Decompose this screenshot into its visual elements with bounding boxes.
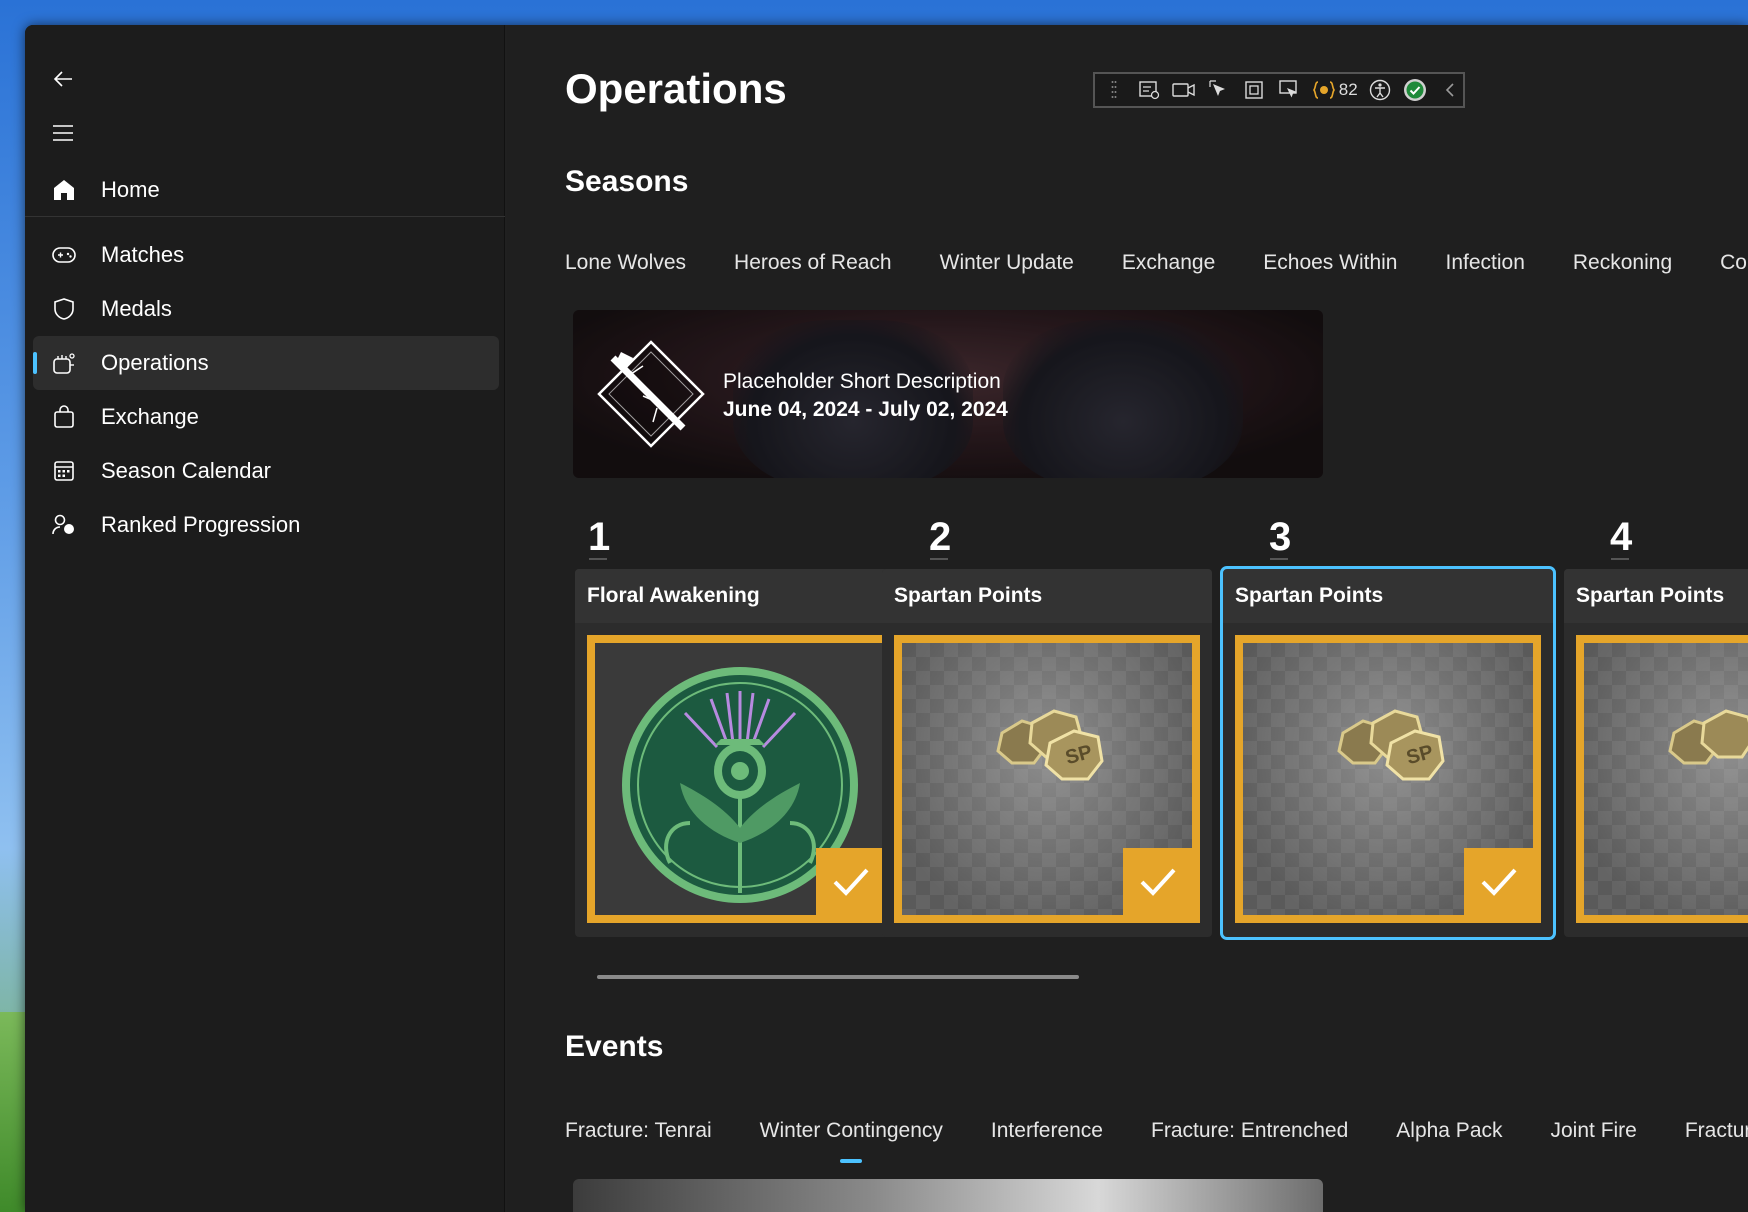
sidebar-divider xyxy=(25,216,505,217)
sidebar-item-label: Season Calendar xyxy=(101,458,272,483)
tab-event[interactable]: Fracture: Entrenched xyxy=(1151,1111,1348,1151)
shield-icon xyxy=(49,294,79,324)
sidebar-item-exchange[interactable]: Exchange xyxy=(33,390,499,444)
tab-event[interactable]: Alpha Pack xyxy=(1396,1111,1502,1151)
tab-event[interactable]: Interference xyxy=(991,1111,1103,1151)
claimed-checkmark xyxy=(1123,848,1192,915)
tab-season[interactable]: Infection xyxy=(1446,243,1525,283)
events-heading: Events xyxy=(565,1030,664,1063)
checkmark-icon xyxy=(833,868,869,896)
events-tab-bar: Fracture: Tenrai Winter Contingency Inte… xyxy=(565,1111,1748,1163)
reward-image xyxy=(1576,635,1748,923)
tab-season[interactable]: Heroes of Reach xyxy=(734,243,892,283)
tab-event[interactable]: Fracture: Fi xyxy=(1685,1111,1748,1151)
reward-rank-number: 2 xyxy=(929,515,952,559)
sidebar-item-label: Medals xyxy=(101,296,172,321)
home-icon xyxy=(49,175,79,205)
arrow-left-icon xyxy=(53,71,72,87)
sidebar-item-ranked-progression[interactable]: Ranked Progression xyxy=(33,498,499,552)
seasons-tab-bar: Lone Wolves Heroes of Reach Winter Updat… xyxy=(565,243,1748,283)
sidebar-item-label: Home xyxy=(101,177,160,202)
live-visual-tree-icon[interactable] xyxy=(1136,78,1161,102)
spartan-points-coins-icon xyxy=(1668,709,1748,765)
active-indicator xyxy=(33,352,37,374)
sidebar-item-label: Matches xyxy=(101,242,185,267)
operations-icon xyxy=(49,348,79,378)
main-content: Operations 82 Seasons Lone Wolves Heroes… xyxy=(507,25,1748,1212)
sidebar-item-season-calendar[interactable]: Season Calendar xyxy=(33,444,499,498)
ranked-progression-icon xyxy=(49,510,79,540)
reward-title: Spartan Points xyxy=(1223,569,1553,623)
hamburger-menu-icon xyxy=(53,125,73,141)
season-logo-icon xyxy=(597,340,705,448)
back-button[interactable] xyxy=(39,55,87,103)
tab-season[interactable]: Echoes Within xyxy=(1263,243,1397,283)
sidebar-item-operations[interactable]: Operations xyxy=(33,336,499,390)
tab-label: Winter Contingency xyxy=(759,1119,943,1142)
shopping-bag-icon xyxy=(49,402,79,432)
active-tab-indicator xyxy=(840,1159,863,1163)
checkmark-icon xyxy=(1140,868,1176,896)
seasons-heading: Seasons xyxy=(565,165,689,198)
rank-divider xyxy=(1270,558,1288,560)
reward-image: SP xyxy=(1235,635,1541,923)
calendar-icon xyxy=(49,456,79,486)
reward-card[interactable]: Floral Awakening xyxy=(575,569,905,937)
rank-divider xyxy=(589,558,607,560)
reward-title: Floral Awakening xyxy=(575,569,905,623)
reward-title: Spartan Points xyxy=(1564,569,1748,623)
track-focus-icon[interactable] xyxy=(1277,78,1302,102)
accessibility-checker-icon[interactable] xyxy=(1368,78,1393,102)
binding-failures-icon[interactable] xyxy=(1312,78,1337,102)
tab-event[interactable]: Fracture: Tenrai xyxy=(565,1111,712,1151)
drag-handle-icon[interactable] xyxy=(1101,78,1126,102)
reward-rank-number: 1 xyxy=(588,515,611,559)
rank-divider xyxy=(930,558,948,560)
collapse-toolbar-icon[interactable] xyxy=(1438,78,1463,102)
reward-image xyxy=(587,635,893,923)
app-window: Home Matches Medals Operations Exchange … xyxy=(25,25,1748,1212)
event-banner xyxy=(573,1179,1323,1212)
rank-divider xyxy=(1611,558,1629,560)
tab-season[interactable]: Lone Wolves xyxy=(565,243,686,283)
xaml-debug-toolbar: 82 xyxy=(1093,72,1465,108)
tab-event[interactable]: Joint Fire xyxy=(1551,1111,1637,1151)
sidebar-item-matches[interactable]: Matches xyxy=(33,228,499,282)
season-description: Placeholder Short Description xyxy=(723,370,1001,393)
video-camera-icon[interactable] xyxy=(1171,78,1196,102)
sidebar-item-label: Ranked Progression xyxy=(101,512,301,537)
tab-season[interactable]: Reckoning xyxy=(1573,243,1672,283)
sidebar-item-medals[interactable]: Medals xyxy=(33,282,499,336)
sidebar-item-home[interactable]: Home xyxy=(33,163,499,217)
menu-button[interactable] xyxy=(39,109,87,157)
reward-card[interactable]: Spartan Points SP xyxy=(1220,566,1556,940)
gamepad-icon xyxy=(49,240,79,270)
tab-season[interactable]: Combir xyxy=(1720,243,1748,283)
rewards-horizontal-scrollbar[interactable] xyxy=(597,975,1079,979)
tab-season[interactable]: Exchange xyxy=(1122,243,1215,283)
binding-failures-count: 82 xyxy=(1338,80,1358,99)
reward-rank-number: 3 xyxy=(1269,515,1292,559)
claimed-checkmark xyxy=(816,848,885,915)
reward-title: Spartan Points xyxy=(882,569,1212,623)
check-circle-icon[interactable] xyxy=(1403,78,1428,102)
sidebar-item-label: Exchange xyxy=(101,404,199,429)
season-banner: Placeholder Short Description June 04, 2… xyxy=(573,310,1323,478)
tab-season[interactable]: Winter Update xyxy=(940,243,1074,283)
reward-rank-number: 4 xyxy=(1610,515,1633,559)
reward-image: SP xyxy=(894,635,1200,923)
display-layout-adorners-icon[interactable] xyxy=(1241,78,1266,102)
reward-card[interactable]: Spartan Points SP xyxy=(882,569,1212,937)
season-date-range: June 04, 2024 - July 02, 2024 xyxy=(723,398,1008,421)
claimed-checkmark xyxy=(1464,848,1533,915)
page-title: Operations xyxy=(565,65,787,112)
reward-card[interactable]: Spartan Points xyxy=(1564,569,1748,937)
checkmark-icon xyxy=(1481,868,1517,896)
tab-event-active[interactable]: Winter Contingency xyxy=(759,1111,943,1163)
sidebar-item-label: Operations xyxy=(101,350,209,375)
sidebar: Home Matches Medals Operations Exchange … xyxy=(25,25,505,1212)
select-element-icon[interactable] xyxy=(1206,78,1231,102)
